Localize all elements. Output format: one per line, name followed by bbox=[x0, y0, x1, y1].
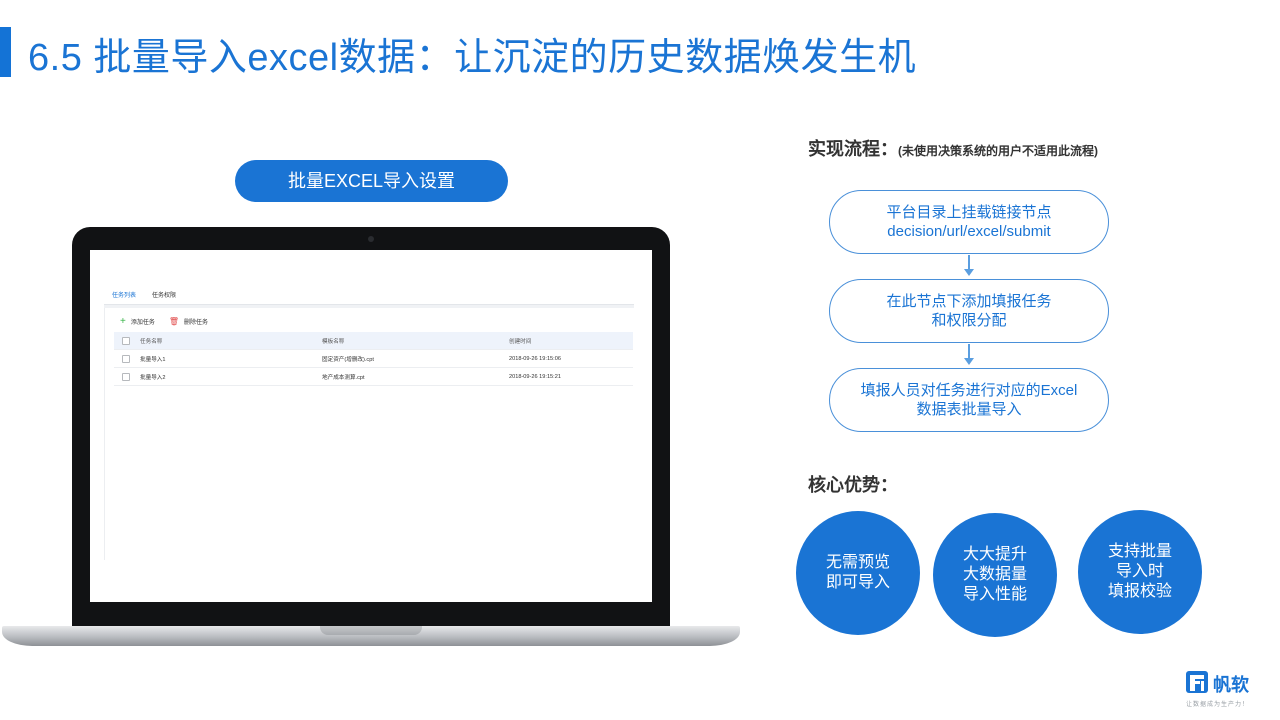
task-name-cell: 批量导入1 bbox=[140, 356, 166, 363]
table-row[interactable]: 批量导入1 固定资产(增删改).cpt 2018-09-26 19:15:06 bbox=[114, 350, 633, 368]
advantage-3-line-3: 填报校验 bbox=[1107, 583, 1172, 600]
process-note: (未使用决策系统的用户不适用此流程) bbox=[898, 144, 1098, 158]
advantage-circle-3: 支持批量 导入时 填报校验 bbox=[1078, 510, 1202, 634]
flow-arrow-line bbox=[968, 344, 970, 359]
delete-task-button[interactable]: 🗑︎ 删除任务 bbox=[169, 317, 208, 326]
process-heading: 实现流程：(未使用决策系统的用户不适用此流程) bbox=[808, 135, 1098, 161]
step-1-line-1: 平台目录上挂载链接节点 bbox=[886, 204, 1052, 221]
process-step-2: 在此节点下添加填报任务 和权限分配 bbox=[829, 279, 1109, 343]
step-1-line-2: decision/url/excel/submit bbox=[887, 223, 1051, 240]
add-task-label: 添加任务 bbox=[130, 320, 155, 326]
advantage-2-line-2: 大数据量 bbox=[962, 566, 1027, 583]
tab-underbar bbox=[104, 305, 634, 308]
title-accent-bar bbox=[0, 27, 11, 77]
process-step-3: 填报人员对任务进行对应的Excel 数据表批量导入 bbox=[829, 368, 1109, 432]
step-3-line-1: 填报人员对任务进行对应的Excel bbox=[860, 382, 1078, 399]
created-time-cell: 2018-09-26 19:15:21 bbox=[509, 373, 561, 380]
row-checkbox[interactable] bbox=[122, 354, 130, 363]
step-2-line-1: 在此节点下添加填报任务 bbox=[886, 293, 1052, 310]
advantage-3-line-2: 导入时 bbox=[1115, 563, 1164, 580]
table-header: 任务名称 模板名称 创建时间 bbox=[114, 332, 633, 350]
advantage-3-line-1: 支持批量 bbox=[1107, 543, 1172, 560]
column-header-task-name[interactable]: 任务名称 bbox=[140, 337, 322, 345]
delete-task-label: 删除任务 bbox=[184, 320, 209, 326]
select-all-checkbox[interactable] bbox=[122, 336, 130, 345]
advantages-heading: 核心优势： bbox=[808, 475, 898, 495]
task-table: 任务名称 模板名称 创建时间 批量导入1 固定资产(增删改).cpt 2018-… bbox=[114, 332, 633, 386]
step-2-line-2: 和权限分配 bbox=[931, 312, 1007, 329]
task-toolbar: + 添加任务 🗑︎ 删除任务 bbox=[120, 315, 208, 327]
column-header-template-name[interactable]: 模板名称 bbox=[322, 337, 509, 345]
laptop-screen: 任务列表 任务权限 + 添加任务 🗑︎ 删除任务 任务名称 模板名称 创建时间 … bbox=[90, 250, 652, 602]
arrow-down-icon bbox=[964, 269, 974, 276]
fanruan-logo-icon bbox=[1186, 671, 1208, 693]
page-title: 6.5 批量导入excel数据：让沉淀的历史数据焕发生机 bbox=[28, 37, 917, 79]
logo-name: 帆软 bbox=[1213, 675, 1249, 695]
process-heading-text: 实现流程： bbox=[808, 139, 898, 159]
task-name-cell: 批量导入2 bbox=[140, 374, 166, 381]
excel-import-settings-label: 批量EXCEL导入设置 bbox=[235, 160, 508, 202]
add-task-button[interactable]: + 添加任务 bbox=[120, 315, 155, 327]
advantage-1-line-1: 无需预览 bbox=[825, 554, 890, 571]
row-checkbox[interactable] bbox=[122, 372, 130, 381]
advantage-2-line-3: 导入性能 bbox=[962, 586, 1027, 603]
plus-icon: + bbox=[120, 315, 126, 327]
logo-tagline: 让数据成为生产力！ bbox=[1186, 702, 1250, 708]
advantage-2-line-1: 大大提升 bbox=[962, 546, 1027, 563]
advantage-circle-1: 无需预览 即可导入 bbox=[796, 511, 920, 635]
step-3-line-2: 数据表批量导入 bbox=[916, 401, 1022, 418]
process-step-1: 平台目录上挂载链接节点 decision/url/excel/submit bbox=[829, 190, 1109, 254]
column-header-created-time[interactable]: 创建时间 bbox=[509, 337, 629, 345]
flow-arrow-line bbox=[968, 255, 970, 270]
template-name-cell: 固定资产(增删改).cpt bbox=[322, 356, 374, 363]
template-name-cell: 地产成本测算.cpt bbox=[322, 374, 365, 381]
laptop-camera bbox=[368, 236, 374, 242]
advantage-1-line-2: 即可导入 bbox=[825, 574, 890, 591]
advantage-circle-2: 大大提升 大数据量 导入性能 bbox=[933, 513, 1057, 637]
arrow-down-icon bbox=[964, 358, 974, 365]
trash-icon: 🗑︎ bbox=[168, 316, 180, 326]
content-left-border bbox=[104, 308, 105, 560]
created-time-cell: 2018-09-26 19:15:06 bbox=[509, 355, 561, 362]
table-row[interactable]: 批量导入2 地产成本测算.cpt 2018-09-26 19:15:21 bbox=[114, 368, 633, 386]
laptop-base-notch bbox=[320, 626, 422, 635]
